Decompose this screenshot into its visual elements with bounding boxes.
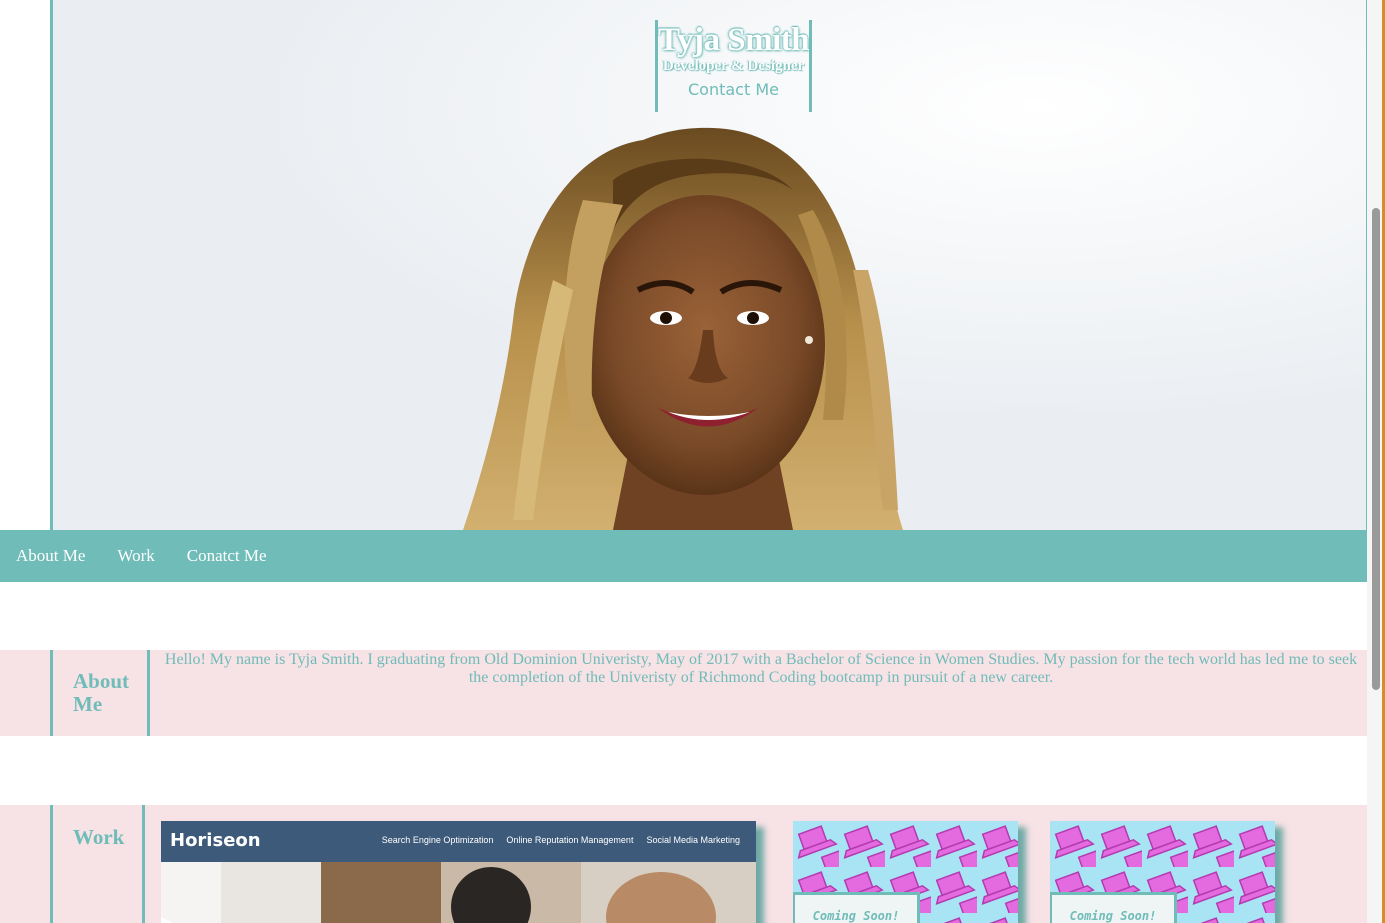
horiseon-nav-link: Online Reputation Management (506, 835, 634, 845)
horiseon-header: Horiseon Search Engine Optimization Onli… (161, 821, 756, 862)
horiseon-nav: Search Engine Optimization Online Reputa… (382, 835, 740, 845)
about-text: Hello! My name is Tyja Smith. I graduati… (164, 651, 1358, 686)
site-title-box: Tyja Smith Developer & Designer Contact … (655, 20, 812, 112)
site-subtitle: Developer & Designer (662, 58, 805, 74)
nav-item-work[interactable]: Work (117, 546, 154, 566)
coming-soon-label: Coming Soon! (1050, 892, 1177, 923)
coming-soon-label: Coming Soon! (793, 892, 920, 923)
nav-item-about-me[interactable]: About Me (16, 546, 85, 566)
about-heading: About Me (50, 650, 150, 736)
horiseon-nav-link: Search Engine Optimization (381, 835, 494, 845)
work-heading: Work (50, 805, 145, 923)
scrollbar-thumb[interactable] (1372, 208, 1380, 690)
main-nav: About Me Work Conatct Me (0, 530, 1367, 582)
site-title: Tyja Smith (658, 22, 810, 58)
project-horiseon[interactable]: Horiseon Search Engine Optimization Onli… (161, 821, 756, 923)
project-placeholder-2[interactable]: Coming Soon! (1050, 821, 1275, 923)
horiseon-logo: Horiseon (170, 830, 261, 851)
hero-section: Tyja Smith Developer & Designer Contact … (50, 0, 1369, 530)
portfolio-page: Tyja Smith Developer & Designer Contact … (0, 0, 1385, 923)
contact-me-link[interactable]: Contact Me (658, 80, 809, 99)
about-section: About Me Hello! My name is Tyja Smith. I… (0, 650, 1367, 736)
project-placeholder-1[interactable]: Coming Soon! (793, 821, 1018, 923)
nav-item-contact-me[interactable]: Conatct Me (187, 546, 267, 566)
work-section: Work Horiseon Search Engine Optimization… (0, 805, 1367, 923)
horiseon-nav-link: Social Media Marketing (646, 835, 740, 845)
horiseon-hero-image (161, 862, 756, 923)
